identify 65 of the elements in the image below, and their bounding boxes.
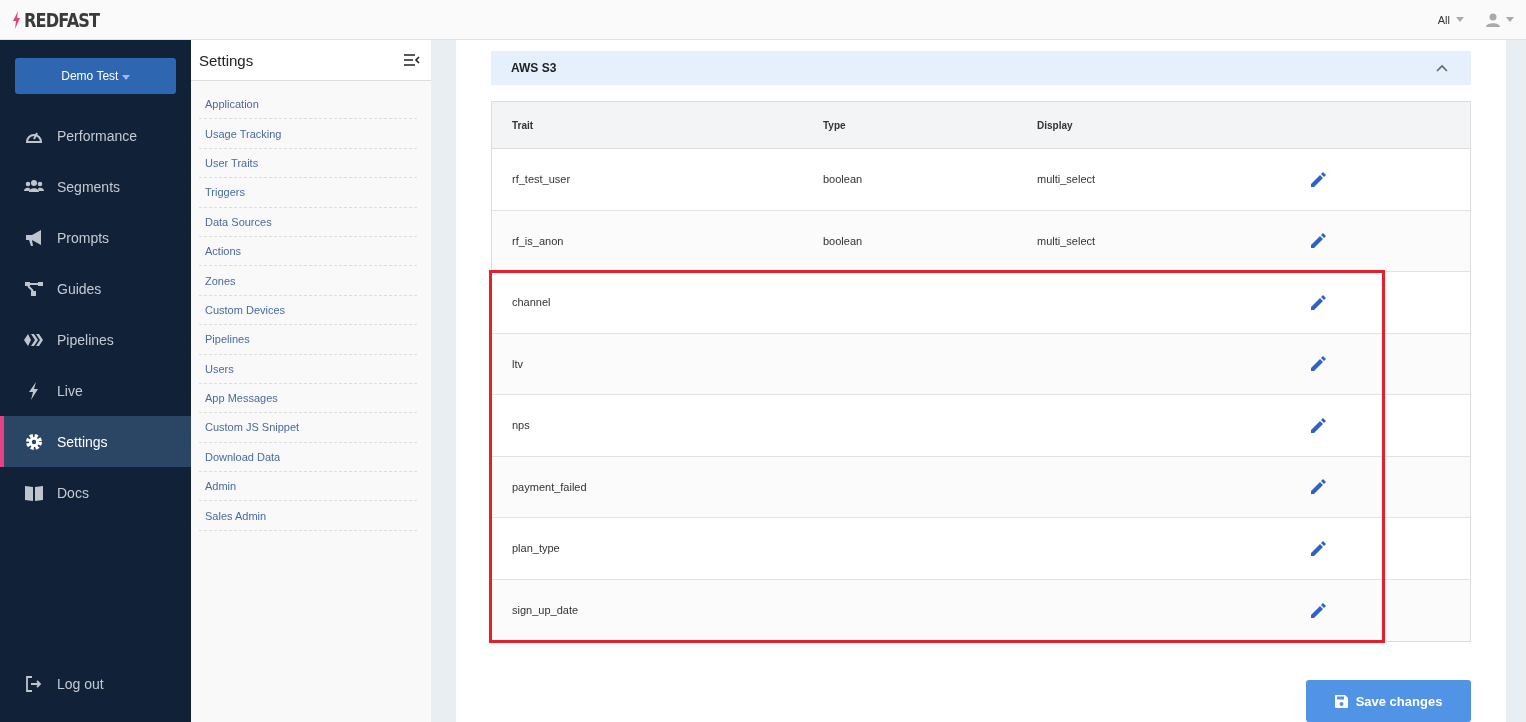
table-cell: multi_select <box>1037 234 1096 247</box>
caret-icon <box>121 75 130 80</box>
table-cell-text: plan_type <box>512 542 561 555</box>
table-cell: boolean <box>823 234 863 247</box>
table-cell-text: payment_failed <box>512 480 588 493</box>
book-icon <box>24 483 44 502</box>
logout-button[interactable]: Log out <box>0 658 191 709</box>
edit-icon[interactable] <box>1311 233 1326 249</box>
settings-link[interactable]: Triggers <box>199 178 417 208</box>
column-header: Display <box>1037 119 1074 131</box>
flowchart-icon <box>24 279 44 298</box>
settings-link[interactable]: Pipelines <box>199 325 417 355</box>
collapse-menu-icon[interactable] <box>404 54 420 66</box>
settings-link[interactable]: Actions <box>199 236 417 267</box>
table-cell-text: nps <box>512 419 531 432</box>
chevron-icon[interactable] <box>1436 64 1448 72</box>
table-cell-text: sign_up_date <box>512 604 580 617</box>
table-cell: multi_select <box>1037 173 1096 186</box>
nav-item[interactable]: Performance <box>0 110 191 161</box>
lightning-bolt-icon <box>12 10 21 29</box>
settings-link[interactable]: Custom JS Snippet <box>199 413 417 443</box>
nav-item[interactable]: Guides <box>0 263 191 314</box>
nav-item[interactable]: Pipelines <box>0 314 191 365</box>
caret-icon <box>1506 17 1514 22</box>
section-header[interactable]: AWS S3 <box>491 51 1471 85</box>
filter-dropdown[interactable]: All <box>1437 13 1464 26</box>
column-header: Type <box>823 119 847 131</box>
panel-title: Settings <box>199 51 254 69</box>
settings-link[interactable]: App Messages <box>199 383 417 414</box>
settings-link[interactable]: Custom Devices <box>199 295 417 326</box>
edit-icon[interactable] <box>1311 417 1326 433</box>
nav-item[interactable]: Prompts <box>0 212 191 263</box>
nav-item[interactable]: Docs <box>0 467 191 518</box>
edit-icon[interactable] <box>1311 479 1326 495</box>
edit-icon[interactable] <box>1311 602 1326 618</box>
brand-logo-text: REDFAST <box>24 8 100 31</box>
nav-item[interactable]: Live <box>0 365 191 416</box>
edit-icon[interactable] <box>1311 540 1326 556</box>
table-cell-text: channel <box>512 296 552 309</box>
table-cell-text: ltv <box>512 357 524 370</box>
settings-link[interactable]: Usage Tracking <box>199 119 417 149</box>
settings-link[interactable]: Sales Admin <box>199 501 417 531</box>
settings-link[interactable]: Application <box>199 90 417 120</box>
caret-icon <box>1456 17 1464 22</box>
edit-icon[interactable] <box>1311 356 1326 372</box>
account-dropdown[interactable]: Demo Test <box>15 58 176 94</box>
table-cell-text: rf_test_user <box>512 173 572 186</box>
megaphone-icon <box>24 228 44 247</box>
edit-icon[interactable] <box>1311 171 1326 187</box>
settings-link[interactable]: Download Data <box>199 442 417 473</box>
settings-link[interactable]: User Traits <box>199 148 417 179</box>
settings-icon <box>24 432 44 451</box>
edit-icon[interactable] <box>1311 294 1326 310</box>
column-header: Trait <box>512 119 535 131</box>
settings-link[interactable]: Data Sources <box>199 207 417 237</box>
nav-item[interactable]: Settings <box>0 416 191 467</box>
settings-link[interactable]: Zones <box>199 266 417 296</box>
save-button[interactable]: Save changes <box>1306 680 1471 722</box>
logout-icon <box>24 674 44 693</box>
table-cell: boolean <box>823 173 863 186</box>
section-title: AWS S3 <box>511 61 557 75</box>
settings-link[interactable]: Users <box>199 354 417 384</box>
settings-link[interactable]: Admin <box>199 472 417 502</box>
nav-item[interactable]: Segments <box>0 161 191 212</box>
table-cell-text: rf_is_anon <box>512 234 565 247</box>
